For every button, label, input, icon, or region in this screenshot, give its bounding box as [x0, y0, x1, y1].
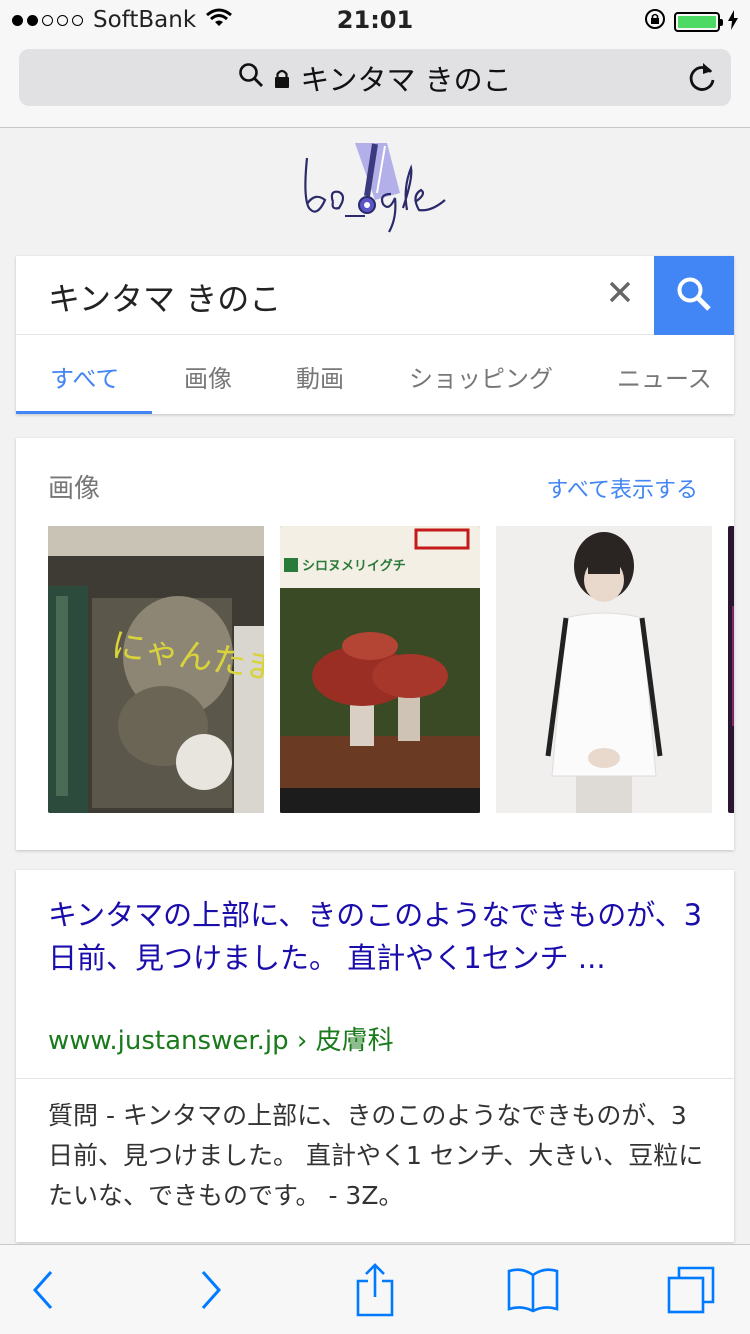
back-button[interactable]	[18, 1267, 68, 1317]
tab-videos[interactable]: 動画	[296, 359, 344, 394]
search-tabs: すべて 画像 動画 ショッピング ニュース	[16, 335, 734, 414]
browser-header: キンタマ きのこ	[0, 40, 750, 128]
active-tab-indicator	[16, 411, 152, 414]
result-snippet: 質問 - キンタマの上部に、きのこのようなできものが、3日前、見つけました。 直…	[48, 1101, 704, 1210]
search-icon	[675, 275, 713, 317]
close-icon	[608, 280, 632, 308]
image-thumbnail[interactable]	[728, 526, 734, 813]
divider	[16, 1078, 734, 1079]
see-all-images-link[interactable]: すべて表示する	[546, 472, 698, 504]
mushroom-caption: シロヌメリイグチ	[302, 558, 406, 574]
tab-shopping[interactable]: ショッピング	[409, 359, 553, 394]
address-text: キンタマ きのこ	[300, 62, 512, 97]
tab-images[interactable]: 画像	[184, 359, 232, 394]
search-result-card: キンタマの上部に、きのこのようなできものが、3日前、見つけました。 直計やく1セ…	[16, 870, 734, 1242]
reload-icon[interactable]	[687, 61, 717, 97]
result-title-link[interactable]: キンタマの上部に、きのこのようなできものが、3日前、見つけました。 直計やく1セ…	[48, 894, 708, 980]
tabs-button[interactable]	[665, 1264, 717, 1320]
forward-button[interactable]	[186, 1267, 236, 1317]
tab-news[interactable]: ニュース	[617, 359, 712, 394]
battery-icon	[674, 12, 723, 32]
google-doodle-logo[interactable]	[295, 138, 465, 238]
image-thumbnail[interactable]: シロヌメリイグチ	[280, 526, 480, 813]
status-right	[644, 8, 738, 36]
result-url-domain: www.justanswer.jp	[48, 1026, 289, 1056]
search-icon	[238, 61, 264, 95]
clock: 21:01	[336, 6, 414, 34]
bookmarks-icon	[506, 1267, 560, 1317]
status-bar: SoftBank 21:01	[0, 0, 750, 40]
images-heading: 画像	[48, 474, 101, 504]
charging-icon	[728, 8, 738, 36]
address-bar[interactable]: キンタマ きのこ	[19, 49, 731, 106]
back-icon	[31, 1270, 55, 1314]
forward-icon	[199, 1270, 223, 1314]
search-card: キンタマ きのこ すべて 画像 動画 ショッピング ニュース	[16, 256, 734, 414]
bookmarks-button[interactable]	[506, 1267, 560, 1317]
image-thumbnail[interactable]	[496, 526, 712, 813]
image-thumbnail[interactable]: にゃんたま	[48, 526, 264, 813]
browser-toolbar	[0, 1244, 750, 1334]
tabs-icon	[665, 1264, 717, 1320]
images-card: 画像 すべて表示する にゃんたま シロヌメリイグチ	[16, 438, 734, 850]
battery-fill	[678, 16, 716, 28]
search-row: キンタマ きのこ	[16, 256, 734, 335]
result-url[interactable]: www.justanswer.jp › 皮膚科	[48, 1020, 394, 1057]
clear-button[interactable]	[600, 274, 640, 314]
share-button[interactable]	[350, 1263, 400, 1317]
result-url-crumb: › 皮膚科	[296, 1026, 394, 1056]
rotation-lock-icon	[644, 8, 666, 36]
address-content: キンタマ きのこ	[19, 49, 731, 106]
share-icon	[355, 1263, 395, 1321]
search-button[interactable]	[654, 256, 734, 335]
tab-all[interactable]: すべて	[50, 359, 119, 394]
lock-icon	[274, 61, 290, 95]
search-input[interactable]: キンタマ きのこ	[48, 274, 281, 320]
